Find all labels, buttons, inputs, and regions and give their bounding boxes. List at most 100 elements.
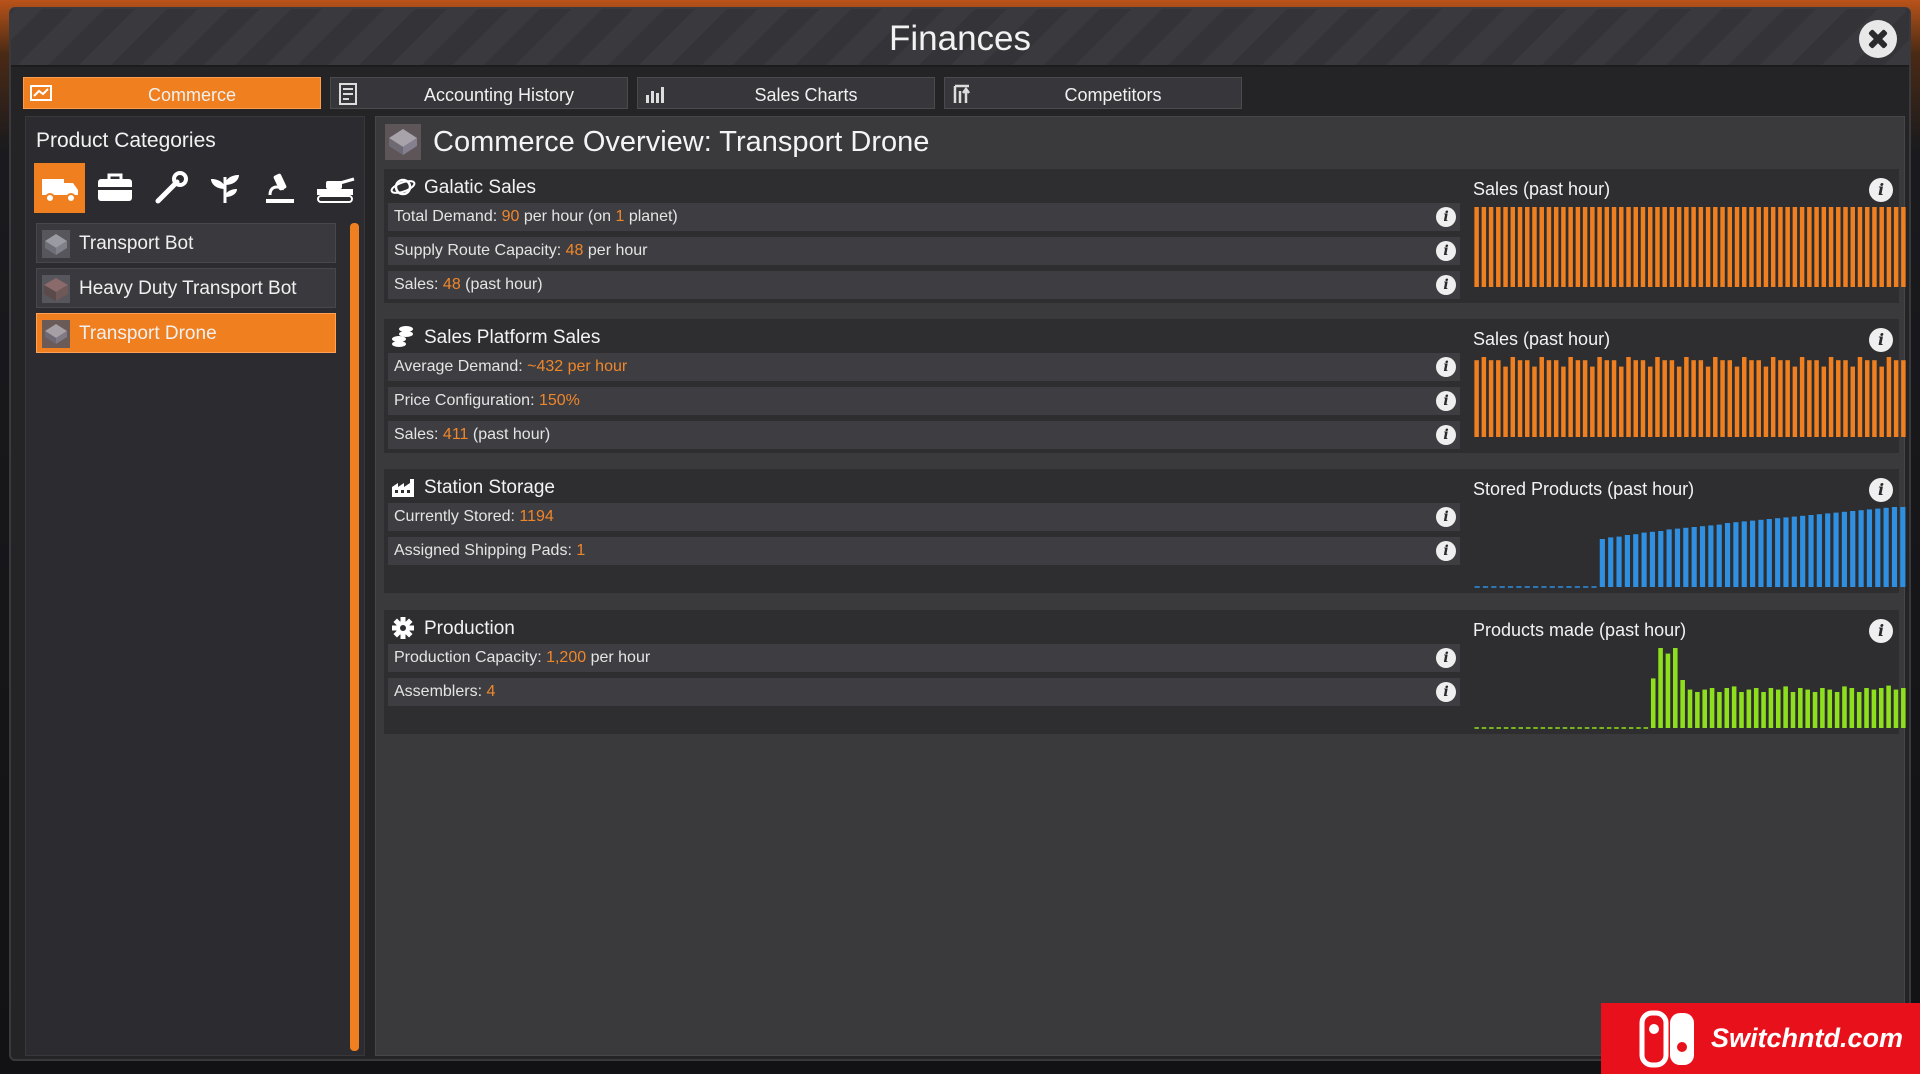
plant-icon [210, 175, 239, 203]
chart-bar [1798, 688, 1803, 728]
product-transport-bot[interactable]: Transport Bot [36, 223, 336, 263]
chart-bar [1647, 207, 1653, 287]
category-tools[interactable] [89, 163, 140, 213]
chart-bar [1856, 692, 1862, 728]
chart-bar [1746, 689, 1752, 728]
chart-bar [1879, 366, 1884, 437]
chart-bar [1709, 688, 1715, 728]
production-capacity-row: Production Capacity: 1,200 per hour i [388, 644, 1460, 672]
chart-bar [1864, 207, 1870, 287]
info-icon[interactable]: i [1436, 648, 1456, 668]
toolbox-icon [97, 173, 132, 201]
chart-bar [1582, 207, 1588, 287]
chart-bar [1582, 360, 1588, 437]
chart-bar [1864, 688, 1869, 728]
chart-bar [1674, 528, 1681, 587]
category-military[interactable] [309, 163, 360, 213]
chart-bar [1699, 526, 1706, 587]
gear-icon [392, 617, 414, 639]
info-icon[interactable]: i [1436, 507, 1456, 527]
chart-bar [1716, 524, 1722, 587]
info-icon[interactable]: i [1436, 275, 1456, 295]
assemblers-row: Assemblers: 4 i [388, 678, 1460, 706]
galactic-sales-section: Galatic Sales Total Demand: 90 per hour … [384, 169, 1906, 303]
chart-bar [1814, 207, 1819, 287]
info-icon[interactable]: i [1436, 357, 1456, 377]
chart-bar [1828, 357, 1834, 437]
chart-bar [1698, 207, 1704, 287]
info-icon[interactable]: i [1869, 178, 1893, 202]
tab-label: Sales Charts [754, 85, 858, 105]
chart-bar [1886, 685, 1891, 728]
chart-bar [1619, 207, 1624, 287]
close-button[interactable] [1859, 20, 1897, 58]
chart-bar [1590, 366, 1595, 437]
info-icon[interactable]: i [1436, 541, 1456, 561]
price-configuration-row: Price Configuration: 150% i [388, 387, 1460, 415]
chart-bar [1825, 513, 1831, 587]
chart-bar [1783, 517, 1789, 587]
planet-icon [390, 178, 416, 196]
product-transport-drone[interactable]: Transport Drone [36, 313, 336, 353]
info-icon[interactable]: i [1869, 328, 1893, 352]
chart-bar [1727, 360, 1733, 437]
chart-bar [1575, 360, 1581, 437]
product-heavy-duty-transport-bot[interactable]: Heavy Duty Transport Bot [36, 268, 336, 308]
chart-bar [1496, 360, 1501, 437]
chart-bar [1616, 536, 1622, 587]
chart-bar [1488, 207, 1494, 287]
chart-bar [1841, 511, 1847, 587]
chart-bar [1843, 207, 1848, 287]
info-icon[interactable]: i [1436, 241, 1456, 261]
info-icon[interactable]: i [1436, 391, 1456, 411]
chart-title: Products made (past hour) [1473, 620, 1687, 640]
chart-bar [1775, 518, 1781, 587]
info-icon[interactable]: i [1436, 425, 1456, 445]
info-icon[interactable]: i [1436, 207, 1456, 227]
assigned-shipping-pads-row: Assigned Shipping Pads: 1 i [388, 537, 1460, 565]
chart-bar [1820, 688, 1825, 728]
chart-bar [1626, 207, 1631, 287]
tab-label: Competitors [1064, 85, 1162, 105]
platform-sales-bar-chart [1474, 357, 1906, 437]
product-list-scrollbar[interactable] [350, 223, 359, 1051]
chart-bar [1878, 688, 1884, 728]
production-section: Production Production Capacity: 1,200 pe… [384, 610, 1906, 734]
chart-bar [1503, 366, 1508, 437]
chart-bar [1850, 366, 1855, 437]
chart-bar [1647, 366, 1653, 437]
category-agriculture[interactable] [199, 163, 250, 213]
chart-bar [1775, 689, 1781, 728]
chart-bar [1684, 357, 1689, 437]
tab-competitors[interactable]: Competitors [944, 77, 1242, 109]
chart-bar [1842, 686, 1847, 728]
chart-bar [1872, 207, 1877, 287]
chart-bar [1633, 207, 1638, 287]
category-hand-tools[interactable] [144, 163, 195, 213]
ledger-icon [339, 83, 357, 105]
chart-bar [1850, 511, 1856, 587]
chart-bar [1713, 207, 1718, 287]
info-icon[interactable]: i [1869, 478, 1893, 502]
chart-bar [1669, 207, 1675, 287]
section-title: Production [424, 618, 515, 639]
commerce-overview-panel: Commerce Overview: Transport Drone Galat… [375, 116, 1906, 1056]
heavy-robot-icon [42, 275, 70, 303]
chart-bar [1766, 519, 1772, 587]
tab-commerce[interactable]: Commerce [23, 77, 321, 109]
tab-accounting-history[interactable]: Accounting History [330, 77, 628, 109]
chart-bar [1662, 360, 1667, 437]
category-transport[interactable] [34, 163, 85, 213]
info-icon[interactable]: i [1869, 619, 1893, 643]
chart-bar [1539, 357, 1544, 437]
chart-bar [1532, 366, 1537, 437]
tab-sales-charts[interactable]: Sales Charts [637, 77, 935, 109]
station-storage-section: Station Storage Currently Stored: 1194 i… [384, 469, 1906, 593]
chart-bar [1799, 357, 1805, 437]
chart-bar [1893, 360, 1899, 437]
category-science[interactable] [254, 163, 305, 213]
chart-bar [1805, 689, 1810, 728]
chart-bar [1770, 207, 1776, 287]
info-icon[interactable]: i [1436, 682, 1456, 702]
row-text: Average Demand: ~432 per hour [394, 358, 628, 375]
